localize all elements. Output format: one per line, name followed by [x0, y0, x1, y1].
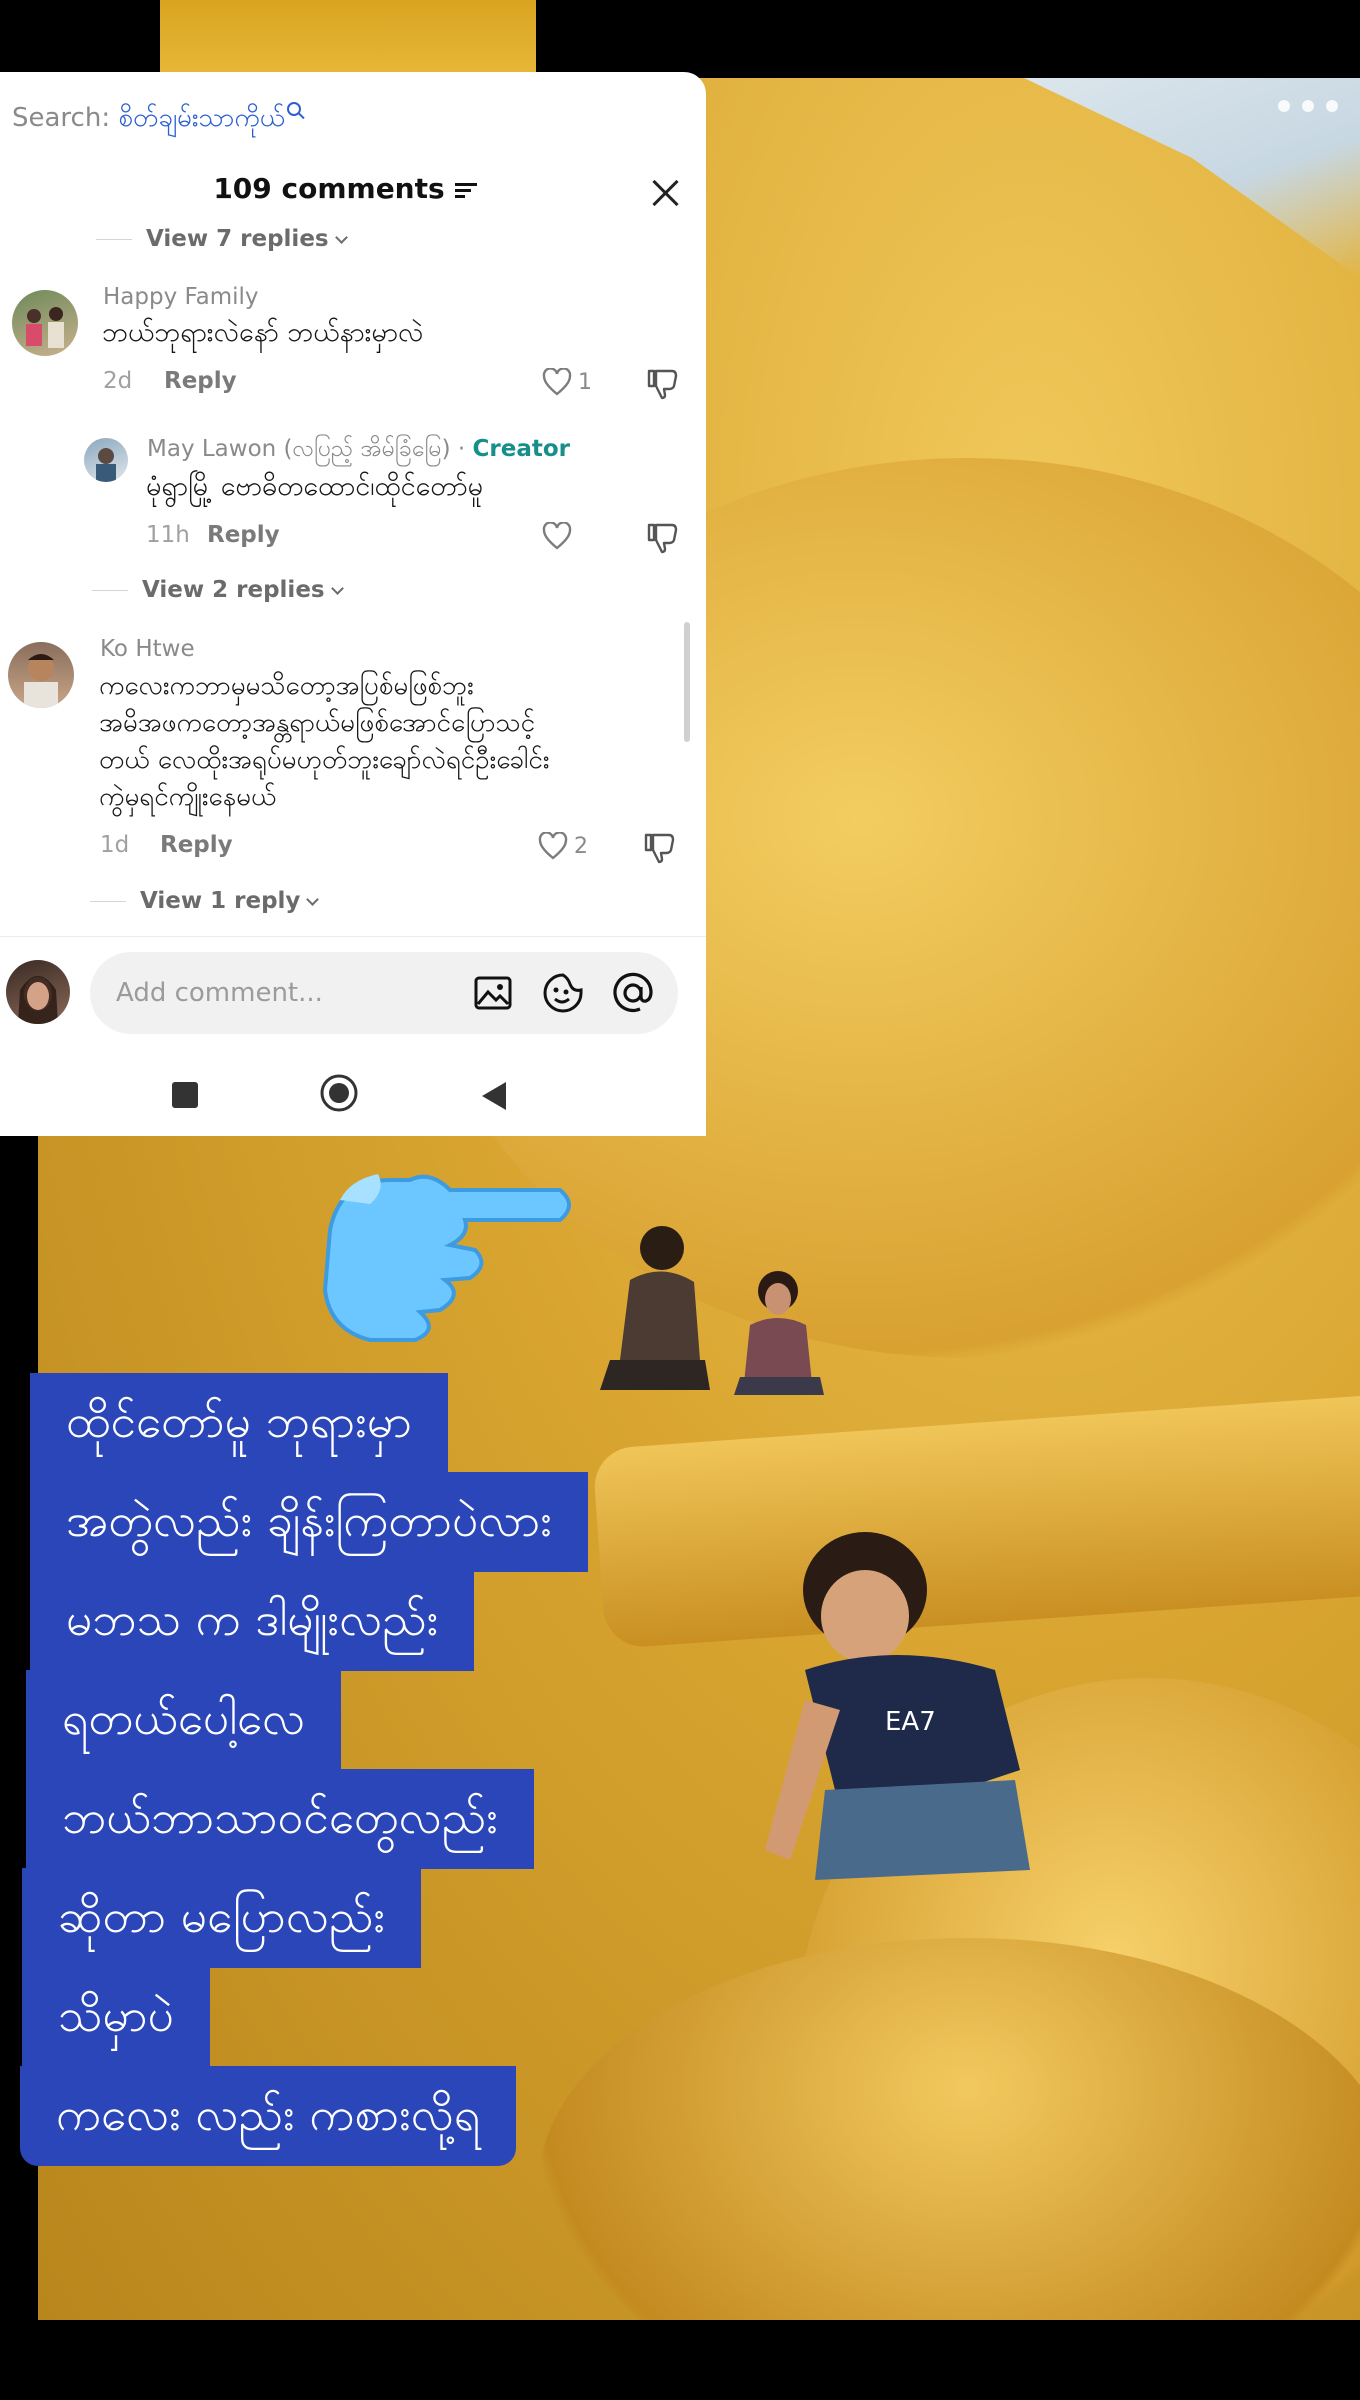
caption-line: အတွဲလည်း ချိန်းကြတာပဲလား [30, 1472, 588, 1572]
emoji-icon[interactable] [540, 970, 586, 1016]
comment-time: 1d [100, 832, 130, 858]
caption-line: သိမှာပဲ [22, 1967, 210, 2067]
comments-panel: Search: စိတ်ချမ်းသာကိုယ် 109 comments Vi… [0, 72, 706, 1136]
caption-line: ကလေး လည်း ကစားလို့ရ [20, 2066, 517, 2166]
creator-badge: Creator [472, 436, 570, 462]
scrollbar[interactable] [684, 622, 690, 742]
view-replies-button[interactable]: View 2 replies [92, 577, 344, 603]
view-replies-label: View 1 reply [140, 888, 301, 914]
caption-line: မဘသ က ဒါမျိုးလည်း [30, 1571, 475, 1671]
reply-button[interactable]: Reply [164, 368, 237, 394]
comment-author[interactable]: Ko Htwe [100, 636, 195, 662]
avatar[interactable] [8, 642, 74, 708]
divider [0, 936, 706, 937]
search-query[interactable]: စိတ်ချမ်းသာကိုယ် [118, 103, 285, 133]
caption-line: ရတယ်ပေါ့လေ [26, 1670, 342, 1770]
heart-icon [542, 368, 572, 396]
statue-fold [538, 1938, 1360, 2320]
comment-text-line: ကွဲမှရင်ကျိုးနေမယ် [99, 782, 277, 812]
back-icon[interactable] [478, 1080, 508, 1112]
comments-count: 109 comments [213, 172, 445, 205]
badge-separator: · [450, 436, 473, 462]
close-icon[interactable] [648, 176, 682, 210]
person-boy: EA7 [765, 1532, 1030, 1880]
caption-line: ထိုင်တော်မူ ဘုရားမှာ [30, 1373, 449, 1473]
view-replies-label: View 2 replies [142, 577, 325, 603]
filter-icon[interactable] [454, 183, 477, 199]
chevron-down-icon [334, 231, 348, 244]
recents-icon[interactable] [170, 1080, 200, 1110]
reply-button[interactable]: Reply [207, 522, 280, 548]
person-man [600, 1226, 710, 1390]
comment-input[interactable]: Add comment... [90, 952, 678, 1034]
like-count: 2 [574, 833, 588, 859]
caption-line: ဘယ်ဘာသာဝင်တွေလည်း [26, 1769, 534, 1869]
more-icon[interactable] [1278, 100, 1338, 112]
search-label: Search: [12, 103, 119, 133]
like-button[interactable] [542, 522, 578, 550]
comment-text-line: ကလေးကဘာမှမသိတော့အပြစ်မဖြစ်ဘူး [99, 671, 474, 701]
person-woman [734, 1271, 824, 1395]
image-icon[interactable] [470, 970, 516, 1016]
view-replies-button[interactable]: View 1 reply [90, 888, 320, 914]
comment-text: ဘယ်ဘုရားလဲနော် ဘယ်နားမှာလဲ [102, 317, 424, 348]
reply-button[interactable]: Reply [160, 832, 233, 858]
comment-text: ကလေးကဘာမှမသိတော့အပြစ်မဖြစ်ဘူး အမိအဖကတော့… [99, 668, 549, 816]
video-top-strip [160, 0, 536, 80]
dislike-icon [647, 523, 678, 554]
avatar[interactable] [84, 438, 128, 482]
comment-input-placeholder: Add comment... [116, 978, 323, 1008]
dislike-button[interactable] [646, 522, 680, 558]
dislike-button[interactable] [643, 832, 677, 868]
comment-author[interactable]: May Lawon (လပြည့် အိမ်ခြံမြေ) [147, 436, 451, 462]
home-icon[interactable] [318, 1072, 360, 1114]
my-avatar [6, 960, 70, 1024]
comment-text-line: အမိအဖကတော့အန္တရာယ်မဖြစ်အောင်ပြောသင့် [99, 708, 536, 738]
letterbox-bottom [0, 2320, 1360, 2400]
chevron-down-icon [306, 893, 320, 906]
mention-icon[interactable] [610, 970, 656, 1016]
comment-text: မုံရွာမြို့ ဗောဓိတထောင်၊ထိုင်တော်မူ [146, 471, 484, 502]
search-icon[interactable] [287, 102, 301, 116]
avatar[interactable] [12, 290, 78, 356]
dislike-button[interactable] [646, 368, 680, 404]
svg-text:EA7: EA7 [885, 1707, 936, 1737]
like-button[interactable]: 1 [542, 368, 592, 396]
search-suggestion[interactable]: Search: စိတ်ချမ်းသာကိုယ် [12, 100, 301, 139]
system-nav-bar [0, 1068, 706, 1136]
view-replies-button[interactable]: View 7 replies [96, 226, 348, 252]
comment-author[interactable]: Happy Family [103, 284, 259, 310]
pointing-hand-icon [322, 1174, 571, 1342]
like-count: 1 [578, 369, 592, 395]
comment-author-row: May Lawon (လပြည့် အိမ်ခြံမြေ) · Creator [147, 434, 570, 468]
dislike-icon [644, 833, 675, 864]
heart-icon [542, 522, 572, 550]
comment-time: 11h [146, 522, 190, 548]
like-button[interactable]: 2 [538, 832, 588, 860]
comment-text-line: တယ် လေထိုးအရုပ်မဟုတ်ဘူးချော်လဲရင်ဦးခေါင်… [99, 745, 550, 775]
comments-header: 109 comments [0, 172, 690, 205]
dislike-icon [647, 369, 678, 400]
comment-time: 2d [103, 368, 133, 394]
caption-line: ဆိုတာ မပြောလည်း [22, 1868, 422, 1968]
heart-icon [538, 832, 568, 860]
chevron-down-icon [330, 582, 344, 595]
view-replies-label: View 7 replies [146, 226, 329, 252]
